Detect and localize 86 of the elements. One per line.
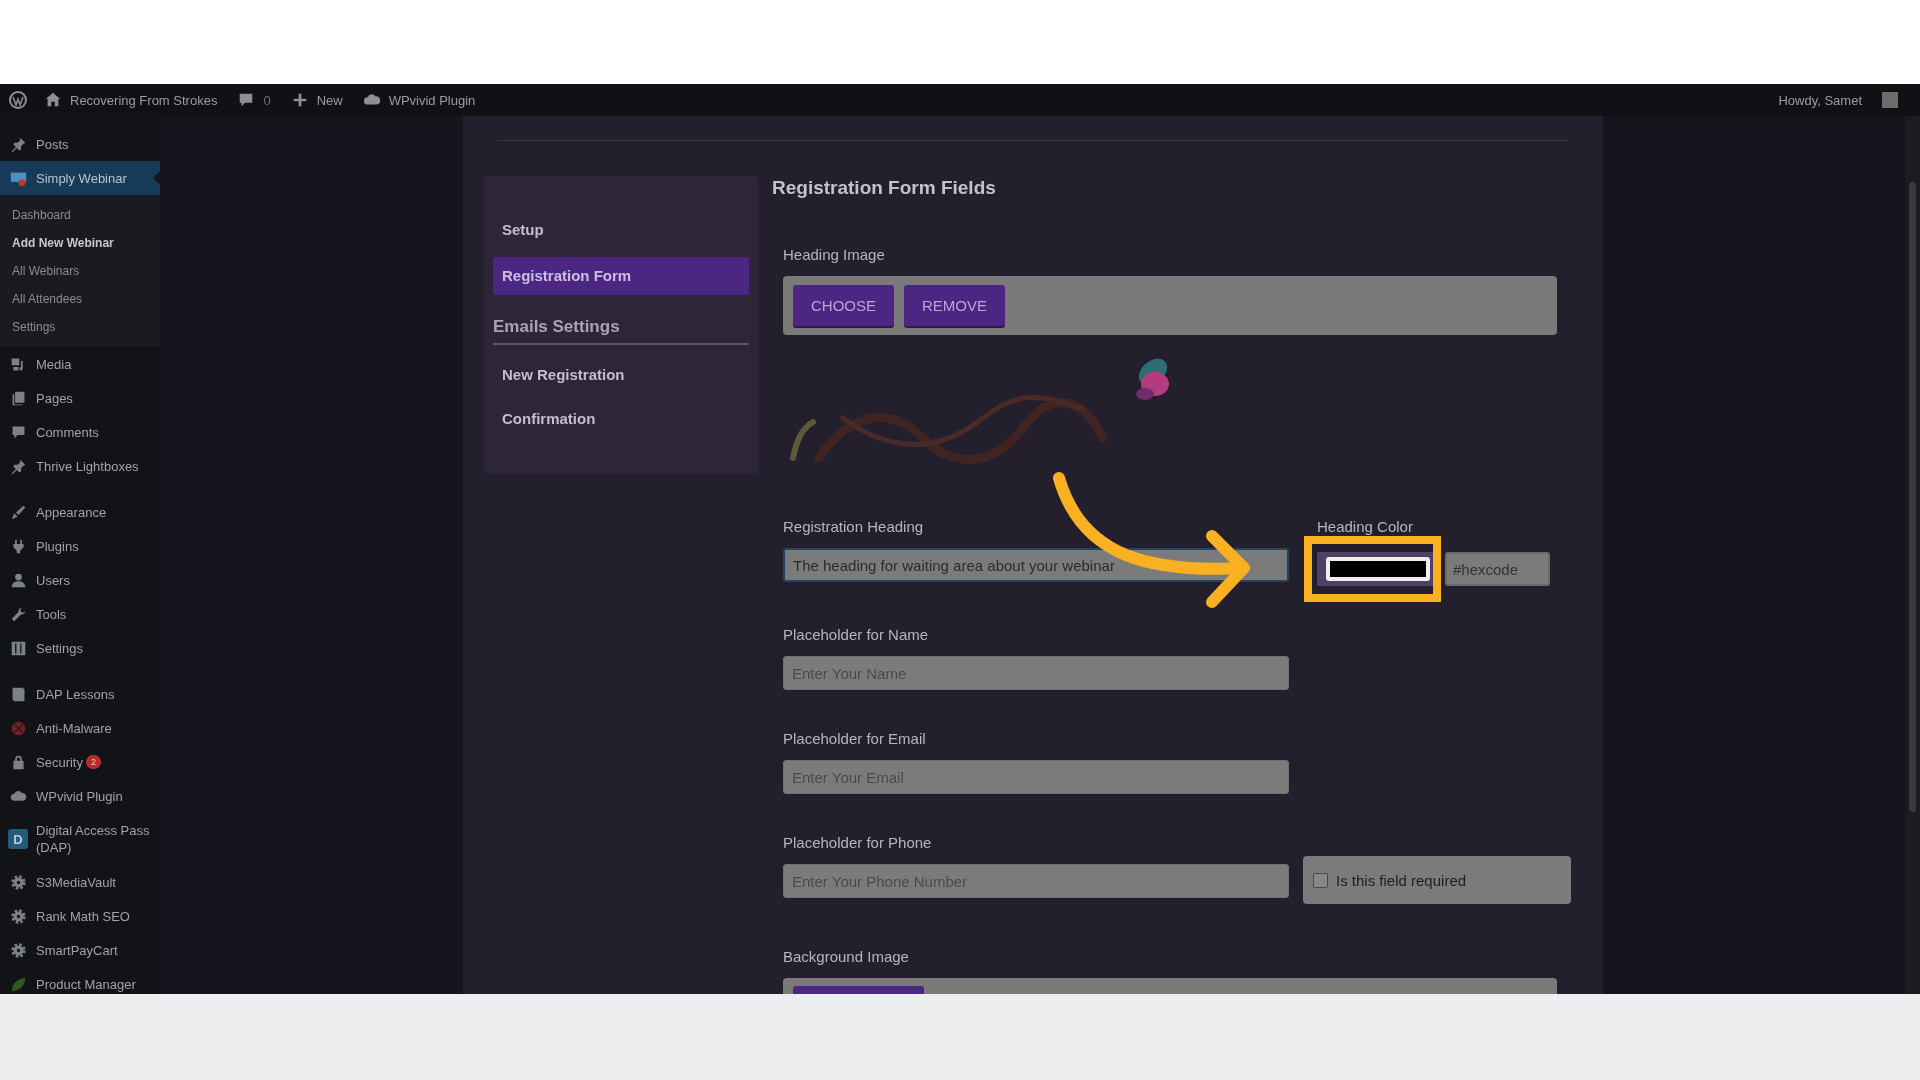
sidebar-item[interactable]: Plugins bbox=[0, 529, 160, 563]
nav-tab[interactable]: New Registration bbox=[493, 353, 749, 397]
count-badge: 2 bbox=[85, 755, 101, 769]
menu-label: Plugins bbox=[36, 537, 79, 555]
sliders-icon bbox=[9, 639, 27, 657]
sidebar-item[interactable]: Settings bbox=[0, 631, 160, 665]
sidebar-item[interactable]: WPvivid Plugin bbox=[0, 779, 160, 813]
menu-label: Security bbox=[36, 753, 83, 771]
field-label: Placeholder for Name bbox=[783, 626, 930, 644]
wordpress-logo-icon[interactable] bbox=[8, 90, 28, 110]
sidebar-item[interactable]: Security 2 bbox=[0, 745, 160, 779]
pin-icon bbox=[9, 135, 27, 153]
nav-tab[interactable]: Setup bbox=[493, 216, 749, 244]
gear-icon bbox=[9, 907, 27, 925]
menu-label: Digital Access Pass (DAP) bbox=[36, 822, 151, 856]
new-link[interactable]: New bbox=[316, 92, 343, 108]
submenu-item[interactable]: Add New Webinar bbox=[0, 229, 160, 257]
home-icon[interactable] bbox=[44, 91, 62, 109]
menu-label: Posts bbox=[36, 135, 69, 153]
field-label: Heading Color bbox=[1317, 518, 1414, 536]
menu-label: SmartPayCart bbox=[36, 941, 118, 959]
greeting-link[interactable]: Howdy, Samet bbox=[1778, 92, 1862, 108]
checkbox[interactable] bbox=[1313, 872, 1328, 888]
field-label: Registration Heading bbox=[783, 518, 925, 536]
gear-icon bbox=[9, 873, 27, 891]
field-label: Background Image bbox=[783, 948, 910, 966]
menu-label: Settings bbox=[36, 639, 83, 657]
sidebar-item[interactable]: Thrive Lightboxes bbox=[0, 449, 160, 483]
sidebar-item[interactable]: S3MediaVault bbox=[0, 865, 160, 899]
sidebar-item[interactable]: Appearance bbox=[0, 495, 160, 529]
menu-label: WPvivid Plugin bbox=[36, 787, 123, 805]
scrollbar[interactable] bbox=[1905, 116, 1920, 994]
scrollbar-thumb[interactable] bbox=[1909, 182, 1916, 812]
plugin-link[interactable]: WPvivid Plugin bbox=[388, 92, 476, 108]
sidebar-item[interactable]: DAP Lessons bbox=[0, 677, 160, 711]
menu-label: Anti-Malware bbox=[36, 719, 112, 737]
submenu-item[interactable]: All Attendees bbox=[0, 285, 160, 313]
sidebar-item[interactable]: Users bbox=[0, 563, 160, 597]
menu-label: Pages bbox=[36, 389, 73, 407]
app-tile-icon: D bbox=[8, 829, 28, 849]
menu-label: Thrive Lightboxes bbox=[36, 457, 139, 475]
upload-button[interactable]: CHOOSE bbox=[793, 285, 894, 326]
gear-icon bbox=[9, 941, 27, 959]
nav-section-heading: Emails Settings bbox=[493, 317, 749, 345]
sidebar-item[interactable]: Tools bbox=[0, 597, 160, 631]
menu-label: Appearance bbox=[36, 503, 107, 521]
sidebar-item[interactable]: Comments bbox=[0, 415, 160, 449]
submenu-item[interactable]: Settings bbox=[0, 313, 160, 341]
submenu-item[interactable]: Dashboard bbox=[0, 201, 160, 229]
section-title: Registration Form Fields bbox=[772, 176, 997, 200]
hex-input[interactable]: #hexcode bbox=[1445, 552, 1550, 586]
leaf-icon bbox=[9, 975, 27, 993]
field-label: Heading Image bbox=[783, 246, 886, 264]
submenu-item[interactable]: All Webinars bbox=[0, 257, 160, 285]
menu-label: Users bbox=[36, 571, 70, 589]
site-name-link[interactable]: Recovering From Strokes bbox=[70, 92, 218, 108]
menu-label: Simply Webinar bbox=[36, 169, 127, 187]
sidebar-item[interactable]: Simply Webinar bbox=[0, 161, 160, 195]
sidebar-item[interactable]: Media bbox=[0, 347, 160, 381]
sidebar-item[interactable]: D Digital Access Pass (DAP) bbox=[0, 813, 160, 865]
sidebar-item[interactable]: SmartPayCart bbox=[0, 933, 160, 967]
sidebar-item[interactable]: Pages bbox=[0, 381, 160, 415]
menu-label: S3MediaVault bbox=[36, 873, 116, 891]
nav-tab[interactable]: Confirmation bbox=[493, 397, 749, 441]
menu-label: Tools bbox=[36, 605, 67, 623]
field-label: Placeholder for Phone bbox=[783, 834, 933, 852]
sidebar-item[interactable]: Rank Math SEO bbox=[0, 899, 160, 933]
comment-count[interactable]: 0 bbox=[263, 92, 271, 108]
sidebar-item[interactable]: Posts bbox=[0, 127, 160, 161]
menu-label: DAP Lessons bbox=[36, 685, 115, 703]
pin-icon bbox=[9, 457, 27, 475]
wrench-icon bbox=[9, 605, 27, 623]
menu-label: Media bbox=[36, 355, 72, 373]
user-icon bbox=[9, 571, 27, 589]
blocked-icon bbox=[9, 719, 27, 737]
menu-label: Rank Math SEO bbox=[36, 907, 130, 925]
required-option[interactable]: Is this field required bbox=[1303, 856, 1571, 904]
sidebar-item[interactable]: Product Manager bbox=[0, 967, 160, 994]
nav-tab[interactable]: Registration Form bbox=[493, 257, 749, 295]
menu-label: Comments bbox=[36, 423, 99, 441]
field-label: Placeholder for Email bbox=[783, 730, 927, 748]
brush-icon bbox=[9, 503, 27, 521]
menu-label: Product Manager bbox=[36, 975, 136, 993]
sidebar-item[interactable]: Anti-Malware bbox=[0, 711, 160, 745]
checkbox-label: Is this field required bbox=[1336, 871, 1467, 889]
upload-button[interactable]: REMOVE bbox=[904, 285, 1006, 326]
